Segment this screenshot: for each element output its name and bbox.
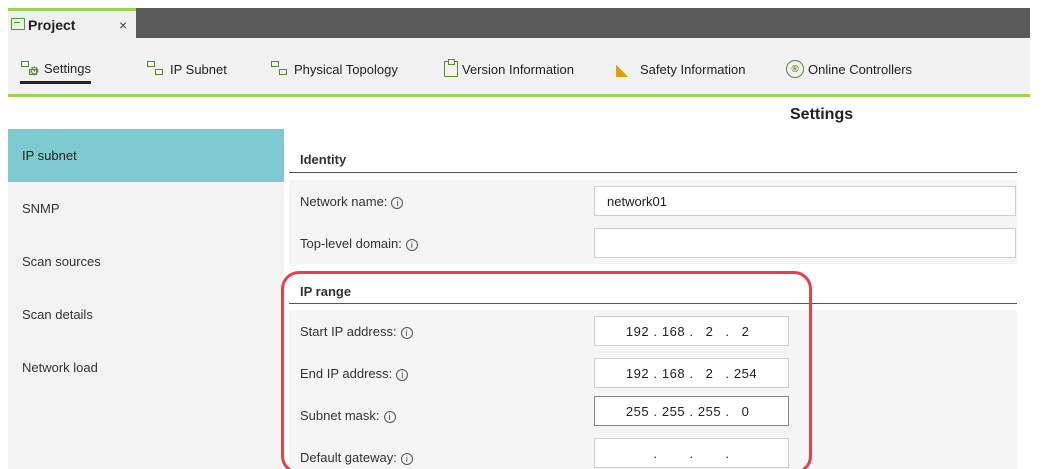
sidebar-item-scan-sources[interactable]: Scan sources: [8, 235, 284, 288]
page-title: Settings: [790, 106, 854, 123]
project-tab[interactable]: Project ×: [8, 8, 136, 38]
project-tab-label: Project: [28, 16, 76, 33]
project-icon: [11, 18, 25, 30]
network-name-label-text: Network name:: [300, 194, 388, 209]
identity-divider: [289, 172, 1017, 173]
toolbar-version-information[interactable]: Version Information: [444, 58, 574, 80]
document-tab-strip: Project ×: [8, 8, 1030, 38]
toolbar-version-information-label: Version Information: [462, 61, 575, 77]
sidebar-item-scan-details[interactable]: Scan details: [8, 288, 284, 341]
toolbar-ip-subnet[interactable]: IP Subnet: [146, 58, 227, 80]
toolbar-safety-information-label: Safety Information: [640, 61, 746, 77]
toolbar-online-controllers-label: Online Controllers: [808, 61, 913, 77]
online-controllers-icon: ®: [786, 60, 804, 78]
toolbar-settings[interactable]: ⚙ Settings: [20, 58, 91, 84]
sidebar-item-ip-subnet[interactable]: IP subnet: [8, 129, 284, 182]
toolbar-accent-line: [8, 94, 1030, 97]
toolbar-physical-topology-label: Physical Topology: [294, 61, 398, 77]
network-name-label: Network name: i: [300, 194, 404, 209]
version-document-icon: [444, 59, 458, 77]
physical-topology-icon: [270, 60, 290, 78]
safety-icon: ◣: [616, 62, 629, 79]
toolbar-physical-topology[interactable]: Physical Topology: [270, 58, 398, 80]
sidebar: IP subnet SNMP Scan sources Scan details…: [8, 129, 284, 469]
ip-range-highlight: [281, 271, 812, 469]
toolbar-settings-label: Settings: [44, 61, 91, 76]
top-level-domain-input[interactable]: [594, 228, 1016, 258]
top-level-domain-label: Top-level domain: i: [300, 236, 418, 251]
ip-subnet-icon: [146, 60, 166, 78]
toolbar-ip-subnet-label: IP Subnet: [170, 61, 227, 77]
network-name-input[interactable]: [594, 186, 1016, 216]
info-icon[interactable]: i: [405, 238, 418, 251]
sidebar-item-snmp[interactable]: SNMP: [8, 182, 284, 235]
info-icon[interactable]: i: [391, 196, 404, 209]
toolbar-safety-information[interactable]: ◣ Safety Information: [616, 58, 746, 80]
sidebar-item-network-load[interactable]: Network load: [8, 341, 284, 394]
close-icon[interactable]: ×: [119, 17, 127, 33]
toolbar-online-controllers[interactable]: ® Online Controllers: [786, 58, 912, 80]
toolbar: ⚙ Settings IP Subnet Physical Topology V…: [8, 38, 1030, 94]
top-level-domain-label-text: Top-level domain:: [300, 236, 402, 251]
settings-network-icon: ⚙: [20, 60, 40, 78]
identity-heading: Identity: [300, 152, 347, 167]
